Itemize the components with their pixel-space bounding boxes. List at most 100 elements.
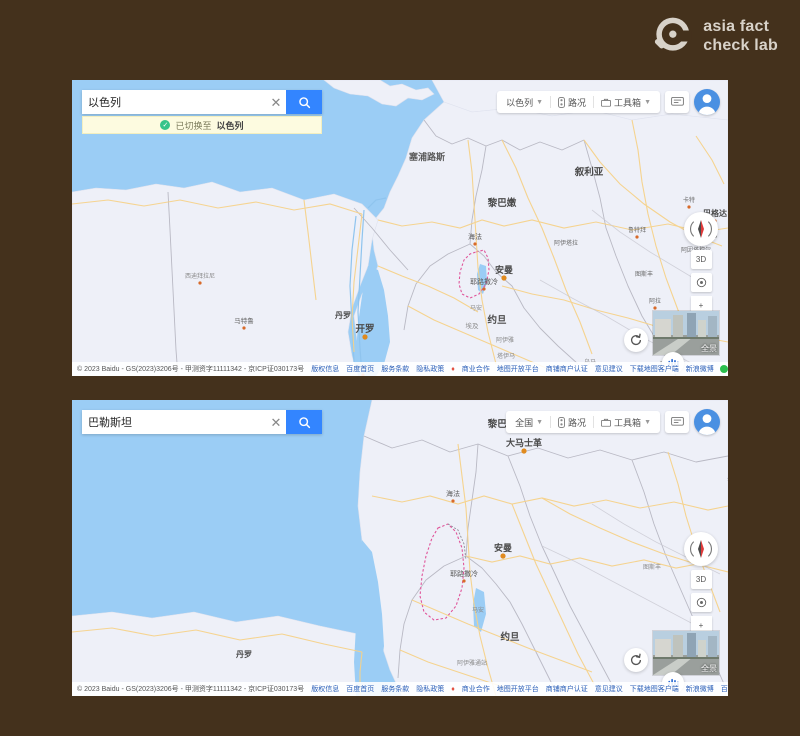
footer-link[interactable]: 商铺商户认证: [546, 366, 588, 373]
map-place-label: 约旦: [500, 631, 520, 643]
traffic-toggle[interactable]: 路况: [551, 91, 593, 113]
region-label: 全国: [515, 417, 534, 428]
close-icon[interactable]: ✕: [266, 410, 286, 434]
footer-link[interactable]: 商铺商户认证: [546, 686, 588, 693]
footer-link[interactable]: 地图开放平台: [497, 686, 539, 693]
refresh-icon: [630, 333, 642, 346]
streetview-thumbnail[interactable]: 全景: [652, 310, 720, 356]
map-place-label: 耶路撒冷: [470, 277, 498, 286]
locate-icon: [696, 277, 706, 288]
refresh-button[interactable]: [624, 648, 648, 672]
footer-link[interactable]: 地图开放平台: [497, 366, 539, 373]
map-footer-palestine: © 2023 Baidu - GS(2023)3206号 - 甲测资字11111…: [72, 682, 728, 696]
footer-links-0[interactable]: 版权信息 百度首页 服务条款 隐私政策 ♦ 商业合作 地图开放平台 商铺商户认证 意见建议 下载地…: [304, 364, 714, 374]
chevron-down-icon: ▼: [536, 98, 544, 106]
footer-link[interactable]: 百度首页: [346, 366, 374, 373]
footer-link[interactable]: 商业合作: [462, 686, 490, 693]
map-place-label: 鲁特拜: [727, 475, 728, 484]
compass-button[interactable]: [684, 212, 718, 246]
footer-link[interactable]: 服务条款: [381, 366, 409, 373]
map-marker-dot: [500, 553, 506, 559]
search-box-israel[interactable]: ✕ ✓ 已切换至以色列: [82, 90, 322, 134]
map-marker-dot: [482, 287, 486, 291]
streetview-label: 全景: [701, 344, 717, 353]
map-toolbar-palestine[interactable]: 全国 ▼ 路况 工具箱 ▼: [506, 409, 720, 435]
three-d-button[interactable]: 3D: [690, 570, 712, 589]
footer-link[interactable]: 新浪微博: [686, 686, 714, 693]
footer-link[interactable]: 新浪微博: [686, 366, 714, 373]
footer-link[interactable]: 版权信息: [311, 686, 339, 693]
map-place-label: 图斯丰: [635, 270, 653, 278]
user-avatar-icon[interactable]: [694, 409, 720, 435]
toast-prefix: 已切换至: [175, 120, 212, 131]
locate-button[interactable]: [690, 593, 712, 612]
toolbar-group[interactable]: 以色列 ▼ 路况 工具箱 ▼: [497, 91, 660, 113]
brand-line-1: asia fact: [703, 18, 770, 35]
copyright-text: © 2023 Baidu - GS(2023)3206号 - 甲测资字11111…: [77, 366, 305, 373]
map-place-label: 阿伊雅: [496, 336, 514, 344]
map-card-israel[interactable]: 塞浦路斯黎巴嫩海法耶路撒冷安曼约旦叙利亚伊拉克巴格达鲁特拜阿因塔穆尔阿拉代尔卡特…: [72, 80, 728, 376]
compass-button[interactable]: [684, 532, 718, 566]
footer-link[interactable]: 百度地图: [721, 686, 728, 693]
traffic-toggle[interactable]: 路况: [551, 411, 593, 433]
feedback-button[interactable]: [665, 91, 689, 113]
streetview-thumbnail[interactable]: 全景: [652, 630, 720, 676]
search-input[interactable]: [82, 90, 266, 114]
streetview-label: 全景: [701, 664, 717, 673]
search-button[interactable]: [286, 410, 322, 434]
map-place-label: 塞浦路斯: [409, 151, 445, 162]
wechat-icon[interactable]: [719, 365, 728, 373]
map-place-label: 阿伊塔拉: [554, 239, 578, 247]
map-place-label: 阿伊雅通站: [457, 659, 487, 667]
map-place-label: 图斯丰: [643, 563, 661, 571]
region-selector[interactable]: 以色列 ▼: [499, 91, 550, 113]
map-toolbar-israel[interactable]: 以色列 ▼ 路况 工具箱 ▼: [497, 89, 720, 115]
map-place-label: 卡特: [683, 196, 695, 204]
map-marker-dot: [473, 242, 477, 246]
traffic-label: 路况: [568, 417, 587, 428]
search-box-palestine[interactable]: ✕: [82, 410, 322, 434]
user-avatar-icon[interactable]: [694, 89, 720, 115]
search-input[interactable]: [82, 410, 266, 434]
toolbox-menu[interactable]: 工具箱 ▼: [594, 91, 658, 113]
footer-link[interactable]: 商业合作: [462, 366, 490, 373]
footer-link[interactable]: 版权信息: [311, 366, 339, 373]
map-place-label: 安曼: [495, 264, 513, 275]
feedback-icon: [670, 97, 684, 106]
map-place-label: 塔伊马: [497, 352, 515, 360]
locate-button[interactable]: [690, 273, 712, 292]
toolbox-label: 工具箱: [614, 417, 642, 428]
toolbox-icon: [601, 98, 612, 107]
region-selector[interactable]: 全国 ▼: [508, 411, 550, 433]
map-place-label: 埃及: [466, 321, 480, 330]
map-card-palestine[interactable]: 黎巴嫩大马士革海法耶路撒冷安曼约旦丹罗鲁特拜图斯丰阿伊雅通站马安 ✕ 全国 ▼: [72, 400, 728, 696]
search-row[interactable]: ✕: [82, 90, 322, 114]
three-d-button[interactable]: 3D: [690, 250, 712, 269]
footer-link[interactable]: 意见建议: [595, 366, 623, 373]
brand-text: asia fact check lab: [703, 17, 778, 55]
map-marker-dot: [451, 499, 455, 503]
footer-link[interactable]: 下载地图客户端: [630, 366, 679, 373]
check-circle-icon: ✓: [160, 120, 171, 130]
footer-link[interactable]: 隐私政策: [416, 366, 444, 373]
toolbox-menu[interactable]: 工具箱 ▼: [594, 411, 658, 433]
refresh-button[interactable]: [624, 328, 648, 352]
map-place-label: 黎巴嫩: [487, 197, 517, 209]
social-icons[interactable]: [719, 365, 728, 373]
close-icon[interactable]: ✕: [266, 90, 286, 114]
footer-link[interactable]: 服务条款: [381, 686, 409, 693]
feedback-button[interactable]: [665, 411, 689, 433]
footer-link[interactable]: 下载地图客户端: [630, 686, 679, 693]
search-button[interactable]: [286, 90, 322, 114]
footer-link[interactable]: 意见建议: [595, 686, 623, 693]
footer-links-1[interactable]: 版权信息 百度首页 服务条款 隐私政策 ♦ 商业合作 地图开放平台 商铺商户认证 意见建议 下载地…: [304, 684, 728, 694]
compass-icon: [690, 220, 712, 238]
toolbar-group[interactable]: 全国 ▼ 路况 工具箱 ▼: [506, 411, 660, 433]
map-place-label: 叙利亚: [574, 166, 604, 178]
footer-link[interactable]: 百度首页: [346, 686, 374, 693]
brand-lockup: asia fact check lab: [649, 14, 778, 58]
copyright-text: © 2023 Baidu - GS(2023)3206号 - 甲测资字11111…: [77, 686, 305, 693]
footer-link[interactable]: 隐私政策: [416, 686, 444, 693]
feedback-icon: [670, 417, 684, 426]
search-row[interactable]: ✕: [82, 410, 322, 434]
